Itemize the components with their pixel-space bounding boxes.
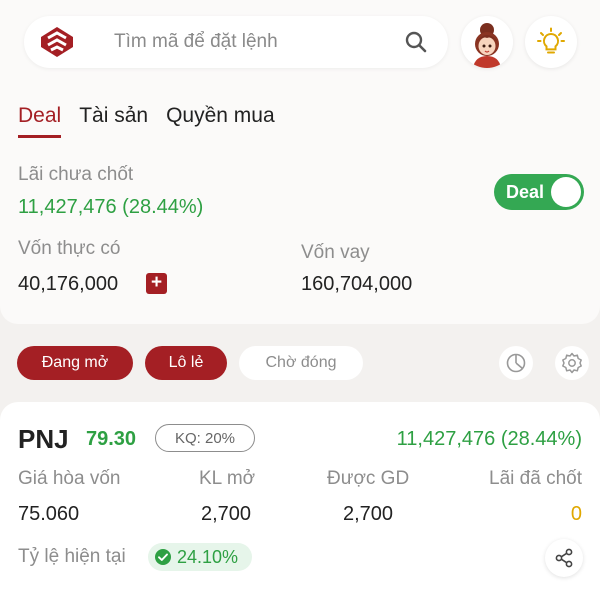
brand-logo-icon — [41, 27, 73, 57]
equity-label: Vốn thực có — [18, 238, 121, 259]
idea-button[interactable] — [525, 16, 577, 68]
tradable-label: Được GD — [327, 468, 410, 489]
search-icon[interactable] — [404, 30, 428, 54]
filter-open[interactable]: Đang mở — [17, 346, 133, 380]
deal-toggle-label: Deal — [506, 181, 545, 202]
tab-assets[interactable]: Tài sản — [79, 104, 148, 128]
lightbulb-icon — [537, 27, 565, 54]
realized-profit-label: Lãi đã chốt — [489, 468, 582, 489]
loan-label: Vốn vay — [301, 242, 370, 263]
tab-deal[interactable]: Deal — [18, 104, 62, 138]
share-button[interactable] — [545, 539, 583, 577]
realized-profit-value: 0 — [570, 503, 582, 525]
tab-rights[interactable]: Quyền mua — [166, 104, 275, 128]
tradable-value: 2,700 — [343, 503, 394, 525]
equity-value: 40,176,000 — [18, 273, 119, 295]
search-bar[interactable]: Tìm mã để đặt lệnh — [24, 16, 448, 68]
unrealized-profit-label: Lãi chưa chốt — [18, 164, 134, 185]
current-ratio-label: Tỷ lệ hiện tại — [18, 546, 126, 567]
check-circle-icon — [155, 549, 171, 565]
add-equity-button[interactable]: + — [146, 273, 167, 294]
kq-badge: KQ: 20% — [155, 424, 255, 452]
position-pnl: 11,427,476 (28.44%) — [396, 428, 582, 450]
avatar-illustration — [461, 16, 513, 68]
breakeven-price-value: 75.060 — [18, 503, 80, 525]
chart-button[interactable] — [499, 346, 533, 380]
share-icon — [555, 548, 573, 568]
loan-value: 160,704,000 — [301, 273, 413, 295]
deal-toggle[interactable]: Deal — [494, 174, 584, 210]
account-tabs: Deal Tài sản Quyền mua — [18, 104, 275, 138]
toggle-knob — [551, 177, 581, 207]
settings-button[interactable] — [555, 346, 589, 380]
filter-odd-lot[interactable]: Lô lẻ — [145, 346, 227, 380]
breakeven-price-label: Giá hòa vốn — [18, 468, 121, 489]
open-volume-label: KL mở — [199, 468, 256, 489]
current-price: 79.30 — [86, 428, 137, 450]
gear-icon — [562, 352, 582, 374]
current-ratio-value: 24.10% — [177, 546, 239, 567]
unrealized-profit-value: 11,427,476 (28.44%) — [18, 196, 204, 218]
open-volume-value: 2,700 — [201, 503, 252, 525]
search-input[interactable]: Tìm mã để đặt lệnh — [114, 31, 278, 53]
pie-chart-icon — [506, 353, 526, 373]
filter-pending-close[interactable]: Chờ đóng — [239, 346, 363, 380]
current-ratio-badge: 24.10% — [148, 543, 252, 571]
ticker-symbol[interactable]: PNJ — [18, 424, 69, 455]
avatar[interactable] — [461, 16, 513, 68]
